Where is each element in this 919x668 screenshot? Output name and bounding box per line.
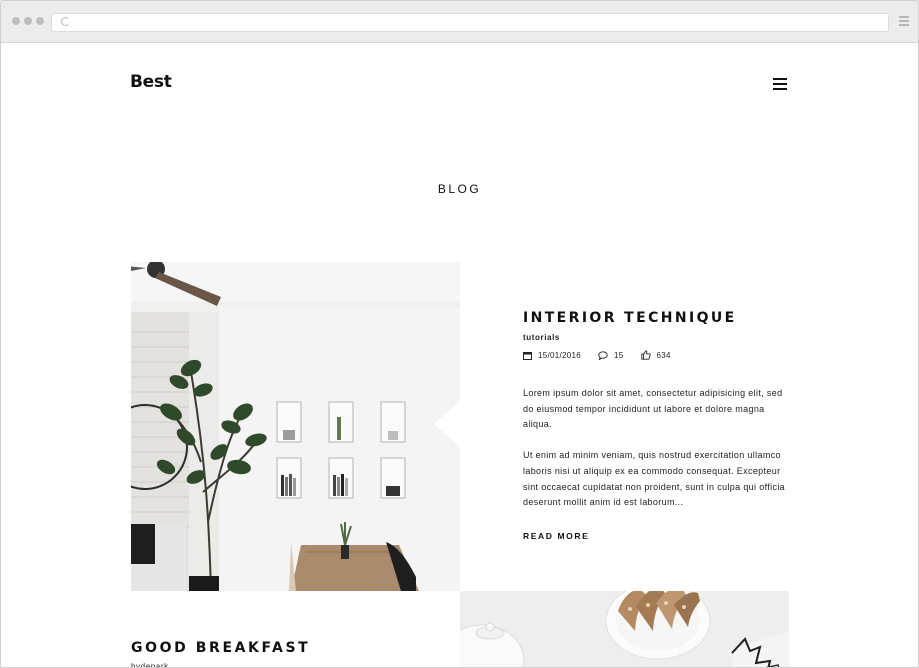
site-logo[interactable]: Best	[130, 72, 172, 92]
post-card-breakfast: GOOD BREAKFAST hydepark	[131, 641, 431, 667]
browser-window: Best BLOG INTERIOR TECHNIQUE tutorials 1…	[0, 0, 919, 668]
comment-count: 15	[614, 350, 624, 360]
post-category[interactable]: tutorials	[523, 333, 793, 342]
post-excerpt: Lorem ipsum dolor sit amet, consectetur …	[523, 386, 793, 511]
post-title[interactable]: GOOD BREAKFAST	[131, 641, 431, 655]
browser-toolbar	[1, 1, 918, 43]
reload-icon[interactable]	[61, 17, 70, 26]
image-pointer-notch	[434, 401, 460, 447]
web-page: Best BLOG INTERIOR TECHNIQUE tutorials 1…	[1, 43, 918, 667]
post-image-interior[interactable]	[131, 262, 460, 591]
post-card-interior: INTERIOR TECHNIQUE tutorials 15/01/2016 …	[523, 311, 793, 544]
post-date-text: 15/01/2016	[538, 350, 582, 360]
window-controls	[12, 17, 44, 25]
calendar-icon	[523, 351, 532, 360]
thumbs-up-icon	[640, 350, 651, 360]
page-title: BLOG	[437, 182, 482, 196]
post-image-breakfast[interactable]	[460, 591, 789, 667]
close-window-button[interactable]	[12, 17, 20, 25]
read-more-link[interactable]: READ MORE	[523, 531, 589, 541]
minimize-window-button[interactable]	[24, 17, 32, 25]
post-title[interactable]: INTERIOR TECHNIQUE	[523, 311, 793, 325]
maximize-window-button[interactable]	[36, 17, 44, 25]
address-bar[interactable]	[51, 13, 889, 32]
post-category[interactable]: hydepark	[131, 662, 431, 667]
excerpt-paragraph: Ut enim ad minim veniam, quis nostrud ex…	[523, 450, 786, 508]
like-count: 634	[656, 350, 671, 360]
excerpt-paragraph: Lorem ipsum dolor sit amet, consectetur …	[523, 388, 783, 430]
hamburger-menu-icon[interactable]	[773, 78, 787, 93]
browser-menu-icon[interactable]	[899, 16, 909, 28]
post-date: 15/01/2016	[523, 351, 581, 360]
comment-icon	[598, 350, 608, 360]
post-meta: 15/01/2016 15 634	[523, 350, 793, 360]
post-comments[interactable]: 15	[598, 351, 624, 360]
post-likes[interactable]: 634	[640, 350, 671, 360]
